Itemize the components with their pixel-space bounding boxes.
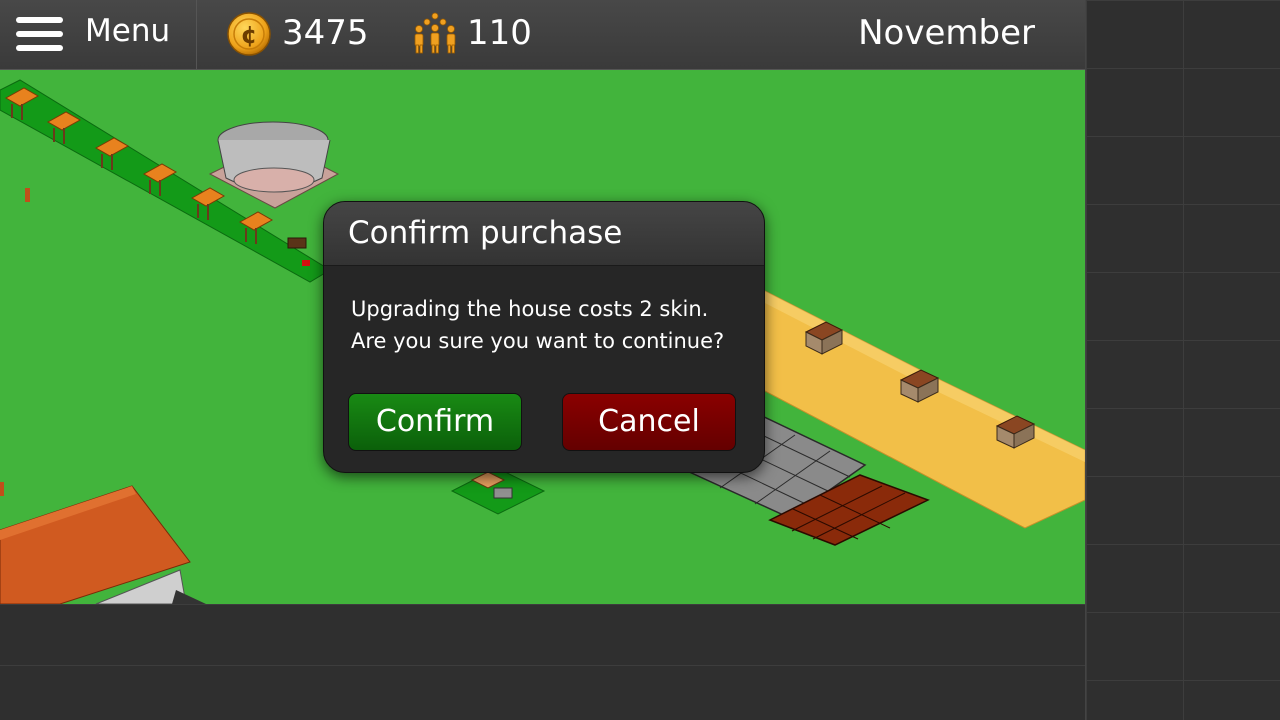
population-counter: 110: [410, 0, 560, 69]
side-panel-grid: [1085, 0, 1280, 720]
coins-counter: ¢ 3475: [225, 0, 395, 69]
coins-value: 3475: [282, 13, 369, 53]
population-value: 110: [467, 13, 532, 53]
bottom-panel-grid: [0, 604, 1085, 720]
menu-button[interactable]: Menu: [0, 0, 197, 69]
villager: [25, 188, 30, 202]
month-label: November: [858, 13, 1035, 53]
coin-icon: ¢: [227, 12, 271, 56]
cancel-button[interactable]: Cancel: [562, 393, 736, 451]
top-bar: Menu ¢ 3475 110 November: [0, 0, 1085, 70]
dialog-message-line2: Are you sure you want to continue?: [351, 329, 725, 353]
population-icon: [414, 12, 456, 54]
dialog-message-line1: Upgrading the house costs 2 skin.: [351, 297, 709, 321]
dialog-header: Confirm purchase: [324, 202, 764, 266]
menu-label: Menu: [85, 13, 171, 49]
large-barn[interactable]: [0, 485, 206, 604]
svg-text:¢: ¢: [241, 21, 258, 49]
dialog-title: Confirm purchase: [348, 215, 623, 251]
confirm-button[interactable]: Confirm: [348, 393, 522, 451]
game-screen: Menu ¢ 3475 110 November Confirm purchas…: [0, 0, 1280, 720]
confirm-purchase-dialog: Confirm purchase Upgrading the house cos…: [323, 201, 765, 473]
villager: [0, 482, 4, 496]
house-plot[interactable]: [450, 467, 546, 515]
dialog-message: Upgrading the house costs 2 skin. Are yo…: [351, 293, 751, 357]
hamburger-icon: [16, 17, 63, 51]
amphitheater[interactable]: [208, 121, 340, 209]
